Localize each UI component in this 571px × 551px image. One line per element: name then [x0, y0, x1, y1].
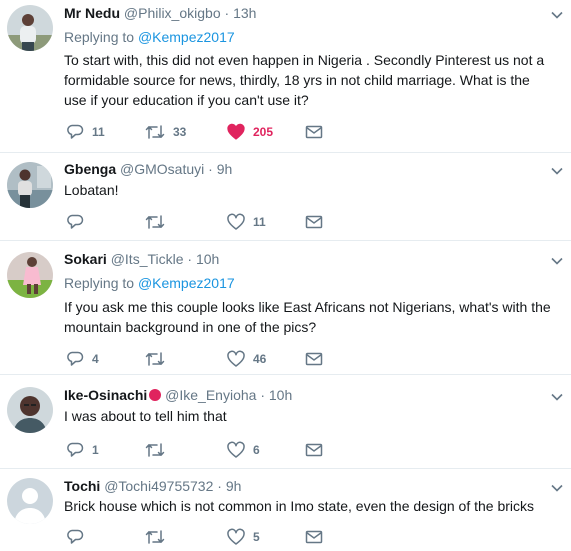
tweet-actions: 5 — [0, 527, 571, 547]
tweet-header: Tochi @Tochi49755732 · 9h — [64, 478, 242, 494]
retweet-icon — [145, 125, 165, 139]
user-handle[interactable]: @GMOsatuyi — [120, 161, 204, 177]
replying-to: Replying to @Kempez2017 — [64, 29, 235, 45]
envelope-icon — [305, 530, 323, 544]
display-name[interactable]: Gbenga — [64, 161, 116, 177]
red-circle-emoji-icon — [149, 389, 162, 401]
chevron-down-icon[interactable] — [551, 9, 563, 21]
user-handle[interactable]: @Ike_Enyioha — [165, 387, 256, 403]
user-handle[interactable]: @Its_Tickle — [111, 251, 184, 267]
retweet-button[interactable]: 33 — [145, 122, 186, 142]
heart-icon — [227, 528, 245, 545]
heart-icon — [227, 213, 245, 230]
user-handle[interactable]: @Philix_okigbo — [124, 5, 221, 21]
tweet-header: Gbenga @GMOsatuyi · 9h — [64, 161, 233, 177]
retweet-button[interactable] — [145, 527, 173, 547]
reply-count: 1 — [92, 443, 99, 457]
avatar[interactable] — [7, 5, 53, 51]
avatar[interactable] — [7, 478, 53, 524]
reply-icon — [67, 442, 84, 457]
reply-button[interactable]: 11 — [66, 122, 105, 142]
like-count: 205 — [253, 125, 274, 139]
like-button[interactable]: 46 — [227, 349, 266, 369]
avatar[interactable] — [7, 162, 53, 208]
dm-button[interactable] — [305, 440, 323, 460]
tweet-text: I was about to tell him that — [64, 408, 227, 424]
timestamp[interactable]: 10h — [196, 251, 219, 267]
dm-button[interactable] — [305, 349, 323, 369]
dm-button[interactable] — [305, 527, 323, 547]
display-name[interactable]: Tochi — [64, 478, 100, 494]
retweet-button[interactable] — [145, 440, 173, 460]
heart-icon — [227, 441, 245, 458]
reply-button[interactable] — [66, 527, 92, 547]
replying-to: Replying to @Kempez2017 — [64, 275, 235, 291]
like-button[interactable]: 5 — [227, 527, 260, 547]
user-handle[interactable]: @Tochi49755732 — [104, 478, 213, 494]
like-count: 11 — [253, 215, 266, 229]
like-count: 6 — [253, 443, 260, 457]
like-button[interactable]: 205 — [227, 122, 273, 142]
retweet-button[interactable] — [145, 349, 173, 369]
timestamp[interactable]: 9h — [226, 478, 242, 494]
tweet-gbenga[interactable]: Gbenga @GMOsatuyi · 9h Lobatan! 11 — [0, 152, 571, 241]
chevron-down-icon[interactable] — [551, 482, 563, 494]
envelope-icon — [305, 125, 323, 139]
envelope-icon — [305, 443, 323, 457]
reply-button[interactable] — [66, 212, 92, 232]
dm-button[interactable] — [305, 122, 323, 142]
envelope-icon — [305, 352, 323, 366]
tweet-header: Mr Nedu @Philix_okigbo · 13h — [64, 5, 257, 21]
mention-link[interactable]: @Kempez2017 — [138, 29, 235, 45]
chevron-down-icon[interactable] — [551, 391, 563, 403]
reply-button[interactable]: 1 — [66, 440, 99, 460]
tweet-mr-nedu[interactable]: Mr Nedu @Philix_okigbo · 13h Replying to… — [0, 0, 571, 153]
reply-icon — [67, 351, 84, 366]
reply-count: 11 — [92, 125, 105, 139]
retweet-icon — [145, 215, 165, 229]
like-button[interactable]: 11 — [227, 212, 266, 232]
envelope-icon — [305, 215, 323, 229]
retweet-icon — [145, 530, 165, 544]
tweet-header: Ike-Osinachi @Ike_Enyioha · 10h — [64, 387, 293, 403]
retweet-count: 33 — [173, 125, 187, 139]
avatar[interactable] — [7, 252, 53, 298]
timestamp[interactable]: 9h — [217, 161, 233, 177]
timestamp[interactable]: 13h — [233, 5, 256, 21]
tweet-header: Sokari @Its_Tickle · 10h — [64, 251, 220, 267]
heart-icon — [227, 350, 245, 367]
reply-icon — [67, 529, 84, 544]
display-name[interactable]: Ike-Osinachi — [64, 387, 147, 403]
tweet-tochi[interactable]: Tochi @Tochi49755732 · 9h Brick house wh… — [0, 468, 571, 551]
reply-count: 4 — [92, 352, 99, 366]
tweet-text: Brick house which is not common in Imo s… — [64, 498, 535, 514]
tweet-actions: 11 — [0, 212, 571, 232]
tweet-text: To start with, this did not even happen … — [64, 52, 545, 108]
retweet-icon — [145, 352, 165, 366]
display-name[interactable]: Mr Nedu — [64, 5, 120, 21]
retweet-icon — [145, 443, 165, 457]
mention-link[interactable]: @Kempez2017 — [138, 275, 235, 291]
reply-button[interactable]: 4 — [66, 349, 99, 369]
display-name[interactable]: Sokari — [64, 251, 107, 267]
retweet-button[interactable] — [145, 212, 173, 232]
reply-icon — [67, 214, 84, 229]
tweet-text: If you ask me this couple looks like Eas… — [64, 299, 551, 335]
like-button[interactable]: 6 — [227, 440, 260, 460]
tweet-actions: 11 33 205 — [0, 122, 571, 142]
reply-icon — [67, 124, 84, 139]
timestamp[interactable]: 10h — [269, 387, 292, 403]
chevron-down-icon[interactable] — [551, 255, 563, 267]
like-count: 46 — [253, 352, 267, 366]
dm-button[interactable] — [305, 212, 323, 232]
tweet-actions: 4 46 — [0, 349, 571, 369]
avatar[interactable] — [7, 387, 53, 433]
tweet-sokari[interactable]: Sokari @Its_Tickle · 10h Replying to @Ke… — [0, 240, 571, 375]
tweet-text: Lobatan! — [64, 182, 119, 198]
chevron-down-icon[interactable] — [551, 165, 563, 177]
tweet-ike-osinachi[interactable]: Ike-Osinachi @Ike_Enyioha · 10h I was ab… — [0, 374, 571, 469]
tweet-actions: 1 6 — [0, 440, 571, 460]
heart-icon — [227, 123, 245, 140]
like-count: 5 — [253, 530, 260, 544]
